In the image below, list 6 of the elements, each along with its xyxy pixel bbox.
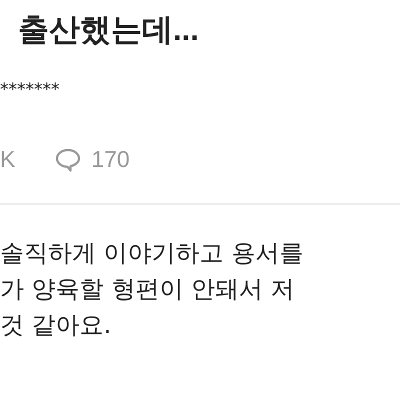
post-title: 출산했는데... <box>17 11 200 48</box>
speech-bubble-icon <box>55 148 82 172</box>
post-body-text: 솔직하게 이야기하고 용서를 가 양육할 형편이 안돼서 저 것 같아요. <box>0 238 304 341</box>
author-name: ******* <box>0 79 60 102</box>
comment-count: 170 <box>91 146 130 173</box>
view-count: K <box>0 146 16 173</box>
